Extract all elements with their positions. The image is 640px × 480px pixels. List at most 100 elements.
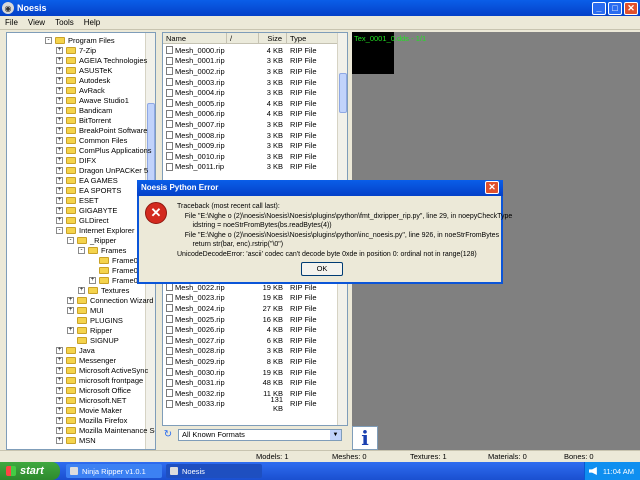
tree-item[interactable]: + Awave Studio1 (56, 95, 129, 105)
expand-icon[interactable]: + (56, 46, 63, 54)
tree-item[interactable]: + Autodesk (56, 75, 110, 85)
tree-item[interactable]: + ASUSTeK (56, 65, 112, 75)
expand-icon[interactable]: + (56, 156, 63, 164)
dialog-close-button[interactable]: ✕ (485, 181, 499, 194)
expand-icon[interactable]: + (56, 96, 63, 104)
tree-item[interactable]: + Mozilla Firefox (56, 415, 127, 425)
tree-item[interactable]: + Common Files (56, 135, 127, 145)
tree-item[interactable]: + Bandicam (56, 105, 112, 115)
file-scroll-thumb[interactable] (339, 73, 347, 113)
file-row[interactable]: Mesh_0028.rip 3 KB RIP File (163, 346, 339, 357)
tree-item[interactable]: Frame00 (89, 255, 142, 265)
file-row[interactable]: Mesh_0030.rip 19 KB RIP File (163, 367, 339, 378)
tree-item[interactable]: + Mozilla Maintenance Ser (56, 425, 155, 435)
file-row[interactable]: Mesh_0007.rip 3 KB RIP File (163, 119, 339, 130)
tree-item[interactable]: + BitTorrent (56, 115, 111, 125)
file-row[interactable]: Mesh_0005.rip 4 KB RIP File (163, 98, 339, 109)
file-row[interactable]: Mesh_0024.rip 27 KB RIP File (163, 303, 339, 314)
col-type[interactable]: Type (287, 33, 339, 43)
tree-item[interactable]: - Frames (78, 245, 126, 255)
expand-icon[interactable]: + (56, 386, 63, 394)
tree-item[interactable]: + AvRack (56, 85, 105, 95)
ok-button[interactable]: OK (301, 262, 343, 276)
expand-icon[interactable]: + (56, 396, 63, 404)
tree-item[interactable]: PLUGINS (67, 315, 123, 325)
close-button[interactable]: ✕ (624, 1, 638, 15)
tree-item[interactable]: + Dragon UnPACKer 5 (56, 165, 148, 175)
expand-icon[interactable]: + (56, 106, 63, 114)
tree-item[interactable]: + GLDirect (56, 215, 109, 225)
expand-icon[interactable]: + (56, 206, 63, 214)
tree-item[interactable]: - _Ripper (67, 235, 116, 245)
tree-item[interactable]: Frame00 (89, 265, 142, 275)
file-row[interactable]: Mesh_0029.rip 8 KB RIP File (163, 356, 339, 367)
tree-item[interactable]: + GIGABYTE (56, 205, 117, 215)
col-size[interactable]: Size (259, 33, 287, 43)
tree-item[interactable]: + Microsoft.NET (56, 395, 127, 405)
tree-item[interactable]: + ESET (56, 195, 99, 205)
format-select[interactable]: All Known Formats ▼ (178, 429, 342, 441)
expand-icon[interactable]: + (56, 166, 63, 174)
folder-tree[interactable]: - Program Files +7-Zip + AGEIA Technologies +… (6, 32, 156, 450)
expand-icon[interactable]: + (67, 326, 74, 334)
tree-item[interactable]: + Connection Wizard (67, 295, 153, 305)
col-name[interactable]: Name (163, 33, 227, 43)
tree-item[interactable]: + microsoft frontpage (56, 375, 143, 385)
info-button[interactable]: i (352, 426, 378, 450)
chevron-down-icon[interactable]: ▼ (330, 430, 341, 440)
menu-file[interactable]: File (0, 18, 23, 27)
expand-icon[interactable]: + (56, 66, 63, 74)
tree-item[interactable]: + Movie Maker (56, 405, 122, 415)
expand-icon[interactable]: + (89, 276, 96, 284)
tree-item[interactable]: + MUI (67, 305, 104, 315)
tree-item[interactable]: + EA GAMES (56, 175, 118, 185)
expand-icon[interactable]: + (67, 306, 74, 314)
collapse-icon[interactable]: - (78, 246, 85, 254)
collapse-icon[interactable]: - (56, 226, 63, 234)
expand-icon[interactable]: + (56, 86, 63, 94)
file-row[interactable]: Mesh_0004.rip 3 KB RIP File (163, 87, 339, 98)
file-row[interactable]: Mesh_0003.rip 3 KB RIP File (163, 77, 339, 88)
expand-icon[interactable]: + (56, 376, 63, 384)
tree-item[interactable]: + Java (56, 345, 95, 355)
expand-icon[interactable]: + (56, 406, 63, 414)
collapse-icon[interactable]: - (45, 36, 52, 44)
expand-icon[interactable]: + (56, 416, 63, 424)
start-button[interactable]: start (0, 462, 60, 480)
expand-icon[interactable]: + (56, 126, 63, 134)
file-row[interactable]: Mesh_0027.rip 6 KB RIP File (163, 335, 339, 346)
taskbar-item-ninja-ripper[interactable]: Ninja Ripper v1.0.1 (66, 464, 162, 478)
expand-icon[interactable]: + (56, 136, 63, 144)
expand-icon[interactable]: + (56, 116, 63, 124)
expand-icon[interactable]: + (56, 356, 63, 364)
file-row[interactable]: Mesh_0002.rip 3 KB RIP File (163, 66, 339, 77)
volume-icon[interactable] (588, 467, 597, 475)
tree-item[interactable]: - Internet Explorer (56, 225, 134, 235)
file-row[interactable]: Mesh_0001.rip 3 KB RIP File (163, 56, 339, 67)
tree-item[interactable]: + Messenger (56, 355, 116, 365)
expand-icon[interactable]: + (56, 196, 63, 204)
expand-icon[interactable]: + (56, 76, 63, 84)
file-row[interactable]: Mesh_0023.rip 19 KB RIP File (163, 293, 339, 304)
file-row[interactable]: Mesh_0000.rip 4 KB RIP File (163, 45, 339, 56)
file-row[interactable]: Mesh_0031.rip 48 KB RIP File (163, 377, 339, 388)
file-row[interactable]: Mesh_0026.rip 4 KB RIP File (163, 324, 339, 335)
expand-icon[interactable]: + (56, 436, 63, 444)
tree-item[interactable]: + MSN (56, 435, 96, 445)
file-row[interactable]: Mesh_0010.rip 3 KB RIP File (163, 151, 339, 162)
tree-item[interactable]: + Textures (78, 285, 129, 295)
refresh-icon[interactable]: ↻ (162, 429, 174, 441)
tree-item[interactable]: - Program Files (45, 35, 115, 45)
tree-item[interactable]: + Microsoft Office (56, 385, 131, 395)
file-row[interactable]: Mesh_0006.rip 4 KB RIP File (163, 109, 339, 120)
minimize-button[interactable]: _ (592, 1, 606, 15)
tree-item[interactable]: + DIFX (56, 155, 96, 165)
expand-icon[interactable]: + (56, 426, 63, 434)
file-row[interactable]: Mesh_0009.rip 3 KB RIP File (163, 140, 339, 151)
expand-icon[interactable]: + (56, 346, 63, 354)
tree-item[interactable]: + AGEIA Technologies (56, 55, 147, 65)
expand-icon[interactable]: + (56, 186, 63, 194)
menu-tools[interactable]: Tools (50, 18, 79, 27)
tree-scroll-thumb[interactable] (147, 103, 155, 183)
menu-help[interactable]: Help (79, 18, 105, 27)
